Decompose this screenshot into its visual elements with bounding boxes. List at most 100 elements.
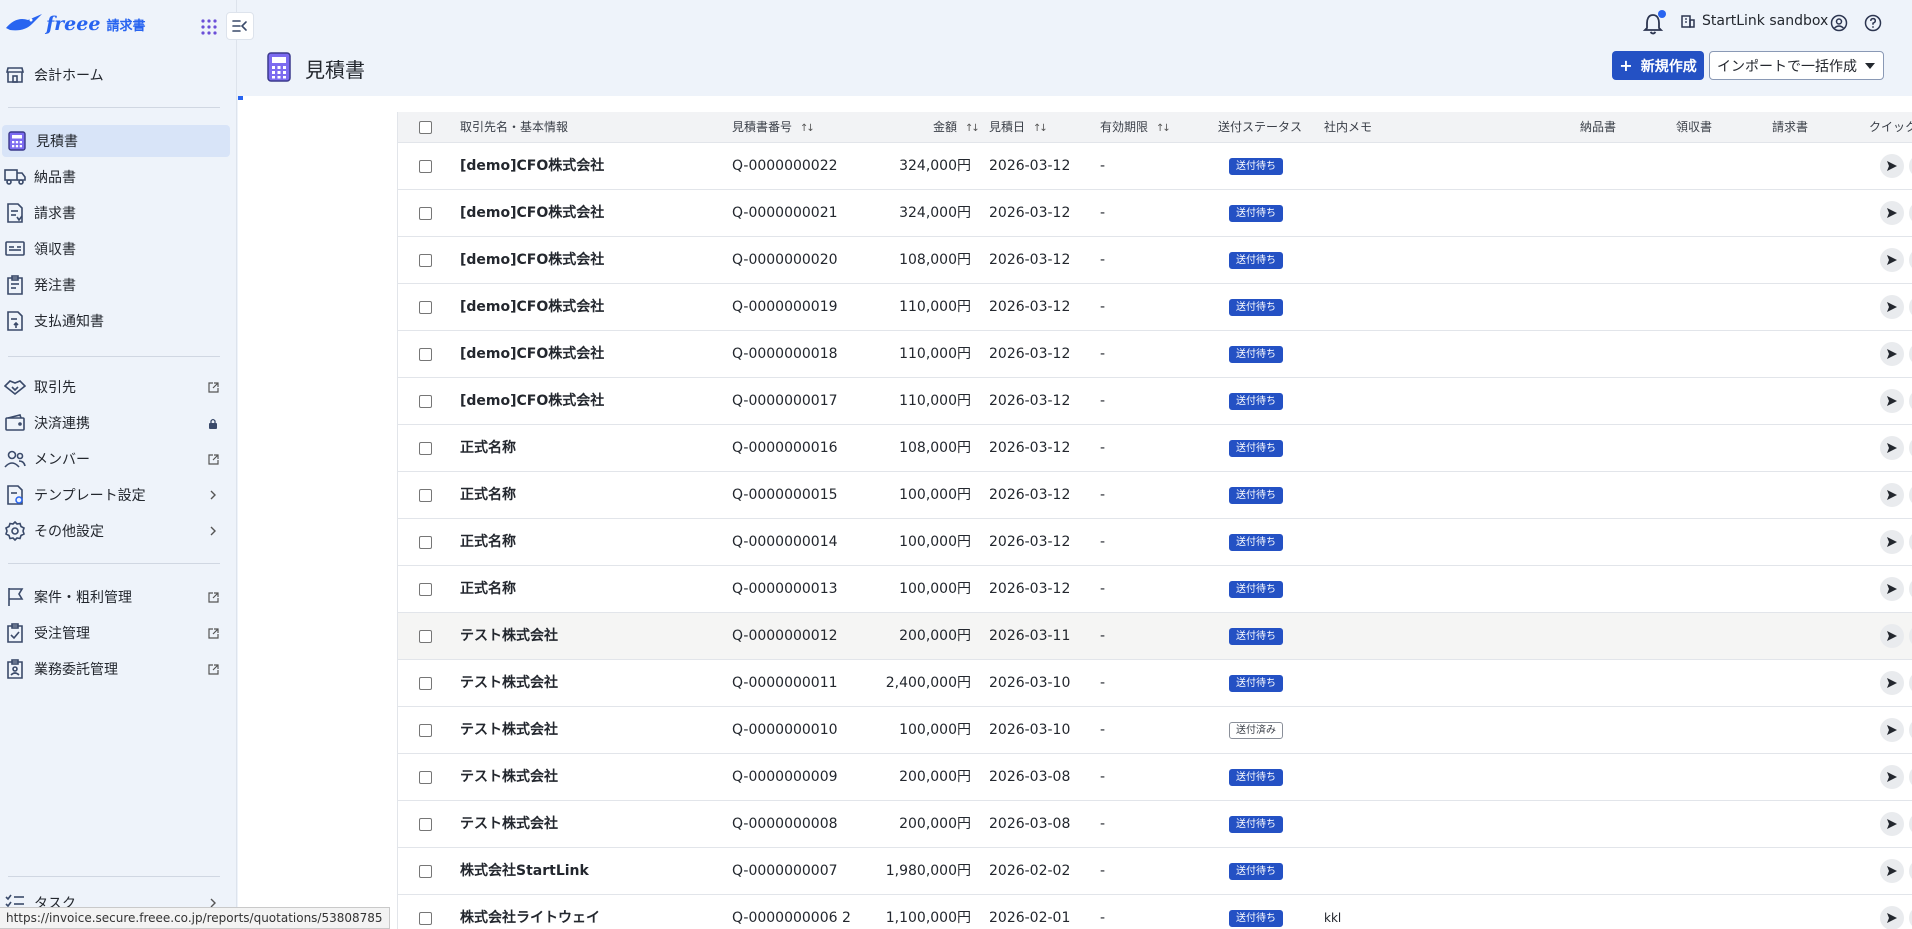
partner-name[interactable]: [demo]CFO株式会社 (460, 331, 604, 378)
partner-name[interactable]: 正式名称 (460, 519, 516, 566)
row-checkbox[interactable] (419, 724, 432, 737)
partner-name[interactable]: 正式名称 (460, 425, 516, 472)
org-switcher[interactable]: StartLink sandbox (1680, 13, 1828, 29)
sidebar-item-templates[interactable]: テンプレート設定 (0, 479, 230, 511)
import-bulk-create-dropdown[interactable]: インポートで一括作成 (1709, 51, 1884, 80)
sidebar-item-payment-notices[interactable]: 支払通知書 (0, 305, 230, 337)
row-checkbox[interactable] (419, 865, 432, 878)
send-icon[interactable] (1880, 859, 1904, 883)
sidebar-item-quotations[interactable]: 見積書 (2, 125, 230, 157)
external-link-icon (206, 380, 220, 394)
sidebar-item-home[interactable]: 会計ホーム (0, 59, 230, 91)
partner-name[interactable]: [demo]CFO株式会社 (460, 237, 604, 284)
quotation-number: Q-0000000009 (732, 769, 838, 785)
partner-name[interactable]: 株式会社StartLink (460, 848, 589, 895)
table-row[interactable]: テスト株式会社 Q-0000000011 2,400,000円 2026-03-10 -… (398, 660, 1912, 707)
send-icon[interactable] (1880, 577, 1904, 601)
row-checkbox[interactable] (419, 818, 432, 831)
send-icon[interactable] (1880, 812, 1904, 836)
partner-name[interactable]: [demo]CFO株式会社 (460, 143, 604, 190)
send-icon[interactable] (1880, 765, 1904, 789)
sidebar-item-receipts[interactable]: 領収書 (0, 233, 230, 265)
notification-bell-icon[interactable] (1642, 10, 1666, 36)
sidebar-item-purchase-orders[interactable]: 発注書 (0, 269, 230, 301)
partner-name[interactable]: [demo]CFO株式会社 (460, 190, 604, 237)
new-quotation-button[interactable]: + 新規作成 (1612, 51, 1704, 80)
expiry-date: - (1100, 158, 1106, 174)
account-icon[interactable] (1830, 14, 1848, 32)
table-row[interactable]: 正式名称 Q-0000000015 100,000円 2026-03-12 - 送付待ち (398, 472, 1912, 519)
handshake-icon (4, 376, 26, 398)
table-row[interactable]: 正式名称 Q-0000000016 108,000円 2026-03-12 - 送付待ち (398, 425, 1912, 472)
send-icon[interactable] (1880, 483, 1904, 507)
external-link-icon (206, 590, 220, 604)
table-row[interactable]: [demo]CFO株式会社 Q-0000000019 110,000円 2026-03… (398, 284, 1912, 331)
table-row[interactable]: 正式名称 Q-0000000013 100,000円 2026-03-12 - 送付待ち (398, 566, 1912, 613)
freee-logo[interactable]: freee 請求書 (4, 12, 145, 36)
partner-name[interactable]: テスト株式会社 (460, 660, 558, 707)
sidebar-item-payment-links[interactable]: 決済連携 (0, 407, 230, 439)
table-row[interactable]: [demo]CFO株式会社 Q-0000000021 324,000円 2026-03… (398, 190, 1912, 237)
table-row[interactable]: テスト株式会社 Q-0000000008 200,000円 2026-03-08 - 送付… (398, 801, 1912, 848)
partner-name[interactable]: 正式名称 (460, 472, 516, 519)
row-checkbox[interactable] (419, 630, 432, 643)
send-icon[interactable] (1880, 906, 1904, 929)
quotation-page-icon (267, 52, 291, 82)
sidebar-item-orders[interactable]: 受注管理 (0, 617, 230, 649)
partner-name[interactable]: 正式名称 (460, 566, 516, 613)
sidebar-item-invoices[interactable]: 請求書 (0, 197, 230, 229)
row-checkbox[interactable] (419, 677, 432, 690)
partner-name[interactable]: 株式会社ライトウェイ (460, 895, 600, 929)
send-icon[interactable] (1880, 248, 1904, 272)
collapse-sidebar-button[interactable] (226, 12, 254, 40)
row-checkbox[interactable] (419, 254, 432, 267)
row-checkbox[interactable] (419, 536, 432, 549)
send-icon[interactable] (1880, 389, 1904, 413)
send-icon[interactable] (1880, 436, 1904, 460)
send-icon[interactable] (1880, 671, 1904, 695)
sidebar-item-projects[interactable]: 案件・粗利管理 (0, 581, 230, 613)
send-icon[interactable] (1880, 530, 1904, 554)
send-icon[interactable] (1880, 342, 1904, 366)
partner-name[interactable]: テスト株式会社 (460, 754, 558, 801)
row-checkbox[interactable] (419, 912, 432, 925)
row-checkbox[interactable] (419, 395, 432, 408)
send-icon[interactable] (1880, 718, 1904, 742)
row-checkbox[interactable] (419, 301, 432, 314)
table-row[interactable]: 株式会社ライトウェイ Q-0000000006 2 1,100,000円 2026-0… (398, 895, 1912, 929)
partner-name[interactable]: [demo]CFO株式会社 (460, 284, 604, 331)
row-checkbox[interactable] (419, 489, 432, 502)
partner-name[interactable]: テスト株式会社 (460, 613, 558, 660)
sidebar-item-other-settings[interactable]: その他設定 (0, 515, 230, 547)
quotations-table: 取引先名・基本情報 見積書番号 ↑↓ 金額 ↑↓ 見積日 ↑↓ 有効期限 ↑↓ 送付ステ… (397, 112, 1912, 929)
table-row[interactable]: [demo]CFO株式会社 Q-0000000022 324,000円 2026-03… (398, 143, 1912, 190)
table-row[interactable]: [demo]CFO株式会社 Q-0000000018 110,000円 2026-03… (398, 331, 1912, 378)
row-checkbox[interactable] (419, 771, 432, 784)
app-grid-icon[interactable] (200, 18, 218, 36)
expiry-date: - (1100, 769, 1106, 785)
table-row[interactable]: [demo]CFO株式会社 Q-0000000017 110,000円 2026-03… (398, 378, 1912, 425)
send-icon[interactable] (1880, 154, 1904, 178)
sidebar-item-members[interactable]: メンバー (0, 443, 230, 475)
row-checkbox[interactable] (419, 160, 432, 173)
table-row[interactable]: テスト株式会社 Q-0000000012 200,000円 2026-03-11 - 送付… (398, 613, 1912, 660)
help-icon[interactable] (1864, 14, 1882, 32)
table-row[interactable]: 正式名称 Q-0000000014 100,000円 2026-03-12 - 送付待ち (398, 519, 1912, 566)
send-icon[interactable] (1880, 201, 1904, 225)
partner-name[interactable]: [demo]CFO株式会社 (460, 378, 604, 425)
row-checkbox[interactable] (419, 348, 432, 361)
partner-name[interactable]: テスト株式会社 (460, 707, 558, 754)
row-checkbox[interactable] (419, 207, 432, 220)
row-checkbox[interactable] (419, 583, 432, 596)
table-row[interactable]: テスト株式会社 Q-0000000010 100,000円 2026-03-10 - 送付… (398, 707, 1912, 754)
table-row[interactable]: [demo]CFO株式会社 Q-0000000020 108,000円 2026-03… (398, 237, 1912, 284)
table-row[interactable]: 株式会社StartLink Q-0000000007 1,980,000円 2026-… (398, 848, 1912, 895)
row-checkbox[interactable] (419, 442, 432, 455)
sidebar-item-outsourcing[interactable]: 業務委託管理 (0, 653, 230, 685)
send-icon[interactable] (1880, 295, 1904, 319)
sidebar-item-partners[interactable]: 取引先 (0, 371, 230, 403)
sidebar-item-delivery[interactable]: 納品書 (0, 161, 230, 193)
partner-name[interactable]: テスト株式会社 (460, 801, 558, 848)
send-icon[interactable] (1880, 624, 1904, 648)
table-row[interactable]: テスト株式会社 Q-0000000009 200,000円 2026-03-08 - 送付… (398, 754, 1912, 801)
